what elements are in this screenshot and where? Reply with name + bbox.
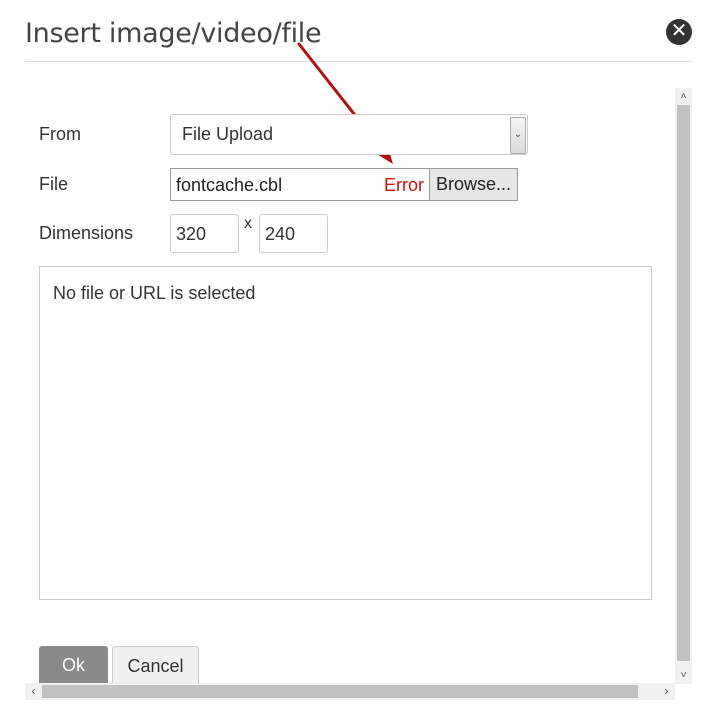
dialog-title: Insert image/video/file (25, 18, 322, 49)
preview-panel: No file or URL is selected (39, 266, 652, 600)
height-input[interactable]: 240 (259, 214, 328, 253)
file-label: File (39, 174, 69, 194)
vertical-scrollbar[interactable]: ˄ ˅ (675, 88, 692, 684)
preview-message: No file or URL is selected (53, 283, 256, 303)
scroll-up-icon[interactable]: ˄ (675, 88, 692, 105)
browse-button[interactable]: Browse... (429, 168, 518, 201)
horizontal-scrollbar-thumb[interactable] (42, 685, 638, 698)
vertical-scrollbar-thumb[interactable] (677, 105, 690, 661)
horizontal-scrollbar[interactable]: ‹ › (25, 683, 675, 700)
chevron-down-icon[interactable]: ⌄ (510, 117, 526, 154)
dimensions-label: Dimensions (39, 223, 134, 243)
from-select[interactable]: File Upload ⌄ (170, 114, 528, 155)
width-input[interactable]: 320 (170, 214, 239, 253)
scroll-right-icon[interactable]: › (658, 683, 675, 700)
header-divider (25, 61, 692, 62)
cancel-button[interactable]: Cancel (112, 646, 199, 686)
close-icon[interactable]: ✕ (666, 19, 692, 45)
from-label: From (39, 124, 81, 144)
from-select-value: File Upload (182, 124, 274, 144)
scroll-left-icon[interactable]: ‹ (25, 683, 42, 700)
ok-button[interactable]: Ok (39, 646, 108, 686)
file-field[interactable]: fontcache.cbl Error (170, 168, 430, 201)
file-error-text: Error (384, 175, 424, 195)
scroll-down-icon[interactable]: ˅ (675, 667, 692, 684)
file-name: fontcache.cbl (176, 175, 283, 195)
dimensions-separator: x (244, 215, 252, 232)
